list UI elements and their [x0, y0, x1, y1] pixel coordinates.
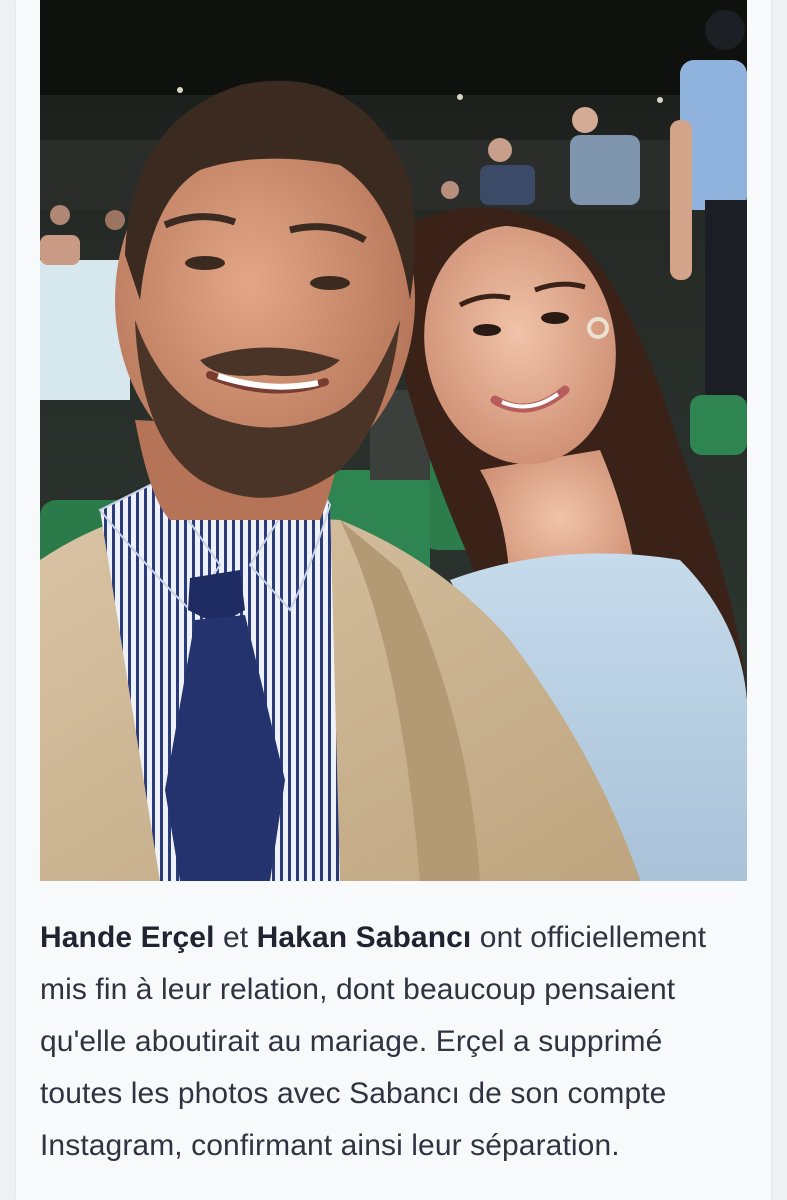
caption-join: et: [214, 921, 257, 954]
article-caption: Hande Erçel et Hakan Sabancı ont officie…: [40, 912, 752, 1172]
article-photo[interactable]: [40, 0, 747, 881]
selfie-image: [40, 0, 747, 881]
person-name-hande[interactable]: Hande Erçel: [40, 921, 215, 954]
caption-text: ont officiellement mis fin à leur relati…: [40, 921, 707, 1162]
person-name-hakan[interactable]: Hakan Sabancı: [257, 921, 472, 954]
